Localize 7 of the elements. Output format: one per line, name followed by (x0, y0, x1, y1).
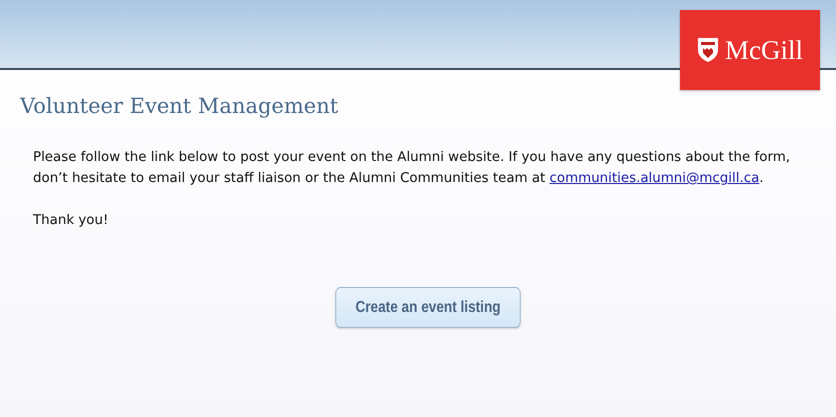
thanks-text: Thank you! (33, 212, 110, 230)
page-title: Volunteer Event Management (20, 94, 340, 120)
intro-paragraph: Please follow the link below to post your event on the Alumni website. If you have any questions about the form, don’t hesitate to email your staff liaison or the Alumni Communities team at communities.alumni@mcgill.ca. (33, 149, 792, 188)
email-link[interactable]: communities.alumni@mcgill.ca (550, 171, 760, 186)
create-event-button[interactable]: Create an event listing (335, 287, 521, 328)
shield-icon (697, 37, 719, 63)
logo-text: McGill (725, 34, 803, 67)
